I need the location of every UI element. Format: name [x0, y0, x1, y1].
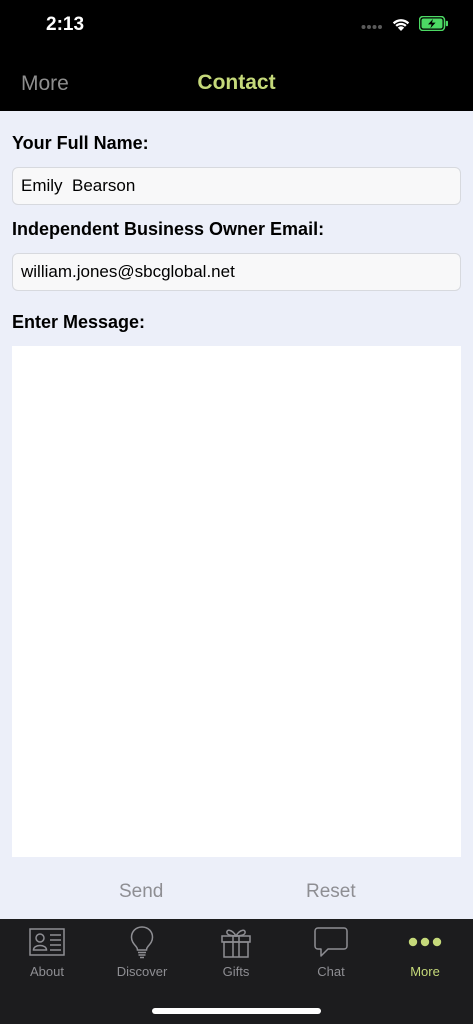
- full-name-field[interactable]: [12, 167, 461, 205]
- tab-about[interactable]: About: [0, 925, 94, 985]
- tab-chat-label: Chat: [317, 964, 345, 979]
- contact-card-icon: [29, 925, 65, 959]
- contact-form: Your Full Name: Independent Business Own…: [0, 111, 473, 919]
- home-indicator[interactable]: [152, 1008, 321, 1014]
- gift-icon: [220, 925, 252, 959]
- reset-button[interactable]: Reset: [296, 877, 366, 907]
- more-dots-icon: [408, 925, 442, 959]
- battery-charging-icon: [418, 15, 449, 36]
- chat-bubble-icon: [313, 925, 349, 959]
- message-textarea[interactable]: [12, 346, 461, 857]
- lightbulb-icon: [129, 925, 155, 959]
- signal-dots-icon: [361, 17, 383, 35]
- tab-more[interactable]: More: [378, 925, 472, 985]
- tab-chat[interactable]: Chat: [284, 925, 378, 985]
- page-title: Contact: [197, 71, 276, 94]
- status-bar: 2:13: [0, 0, 473, 56]
- tab-gifts-label: Gifts: [222, 964, 250, 979]
- send-button[interactable]: Send: [109, 877, 173, 907]
- name-label: Your Full Name:: [12, 133, 149, 153]
- tab-more-label: More: [410, 964, 440, 979]
- email-field[interactable]: [12, 253, 461, 291]
- email-label: Independent Business Owner Email:: [12, 219, 325, 239]
- status-icons: [361, 15, 449, 37]
- tab-gifts[interactable]: Gifts: [189, 925, 283, 985]
- status-time: 2:13: [46, 14, 85, 35]
- tab-bar: About Discover Gifts Chat More: [0, 919, 473, 1024]
- wifi-icon: [391, 16, 411, 37]
- tab-discover-label: Discover: [116, 964, 168, 979]
- message-label: Enter Message:: [12, 312, 146, 332]
- tab-discover[interactable]: Discover: [95, 925, 189, 985]
- navigation-bar: More Contact: [0, 56, 473, 111]
- tab-about-label: About: [30, 964, 64, 979]
